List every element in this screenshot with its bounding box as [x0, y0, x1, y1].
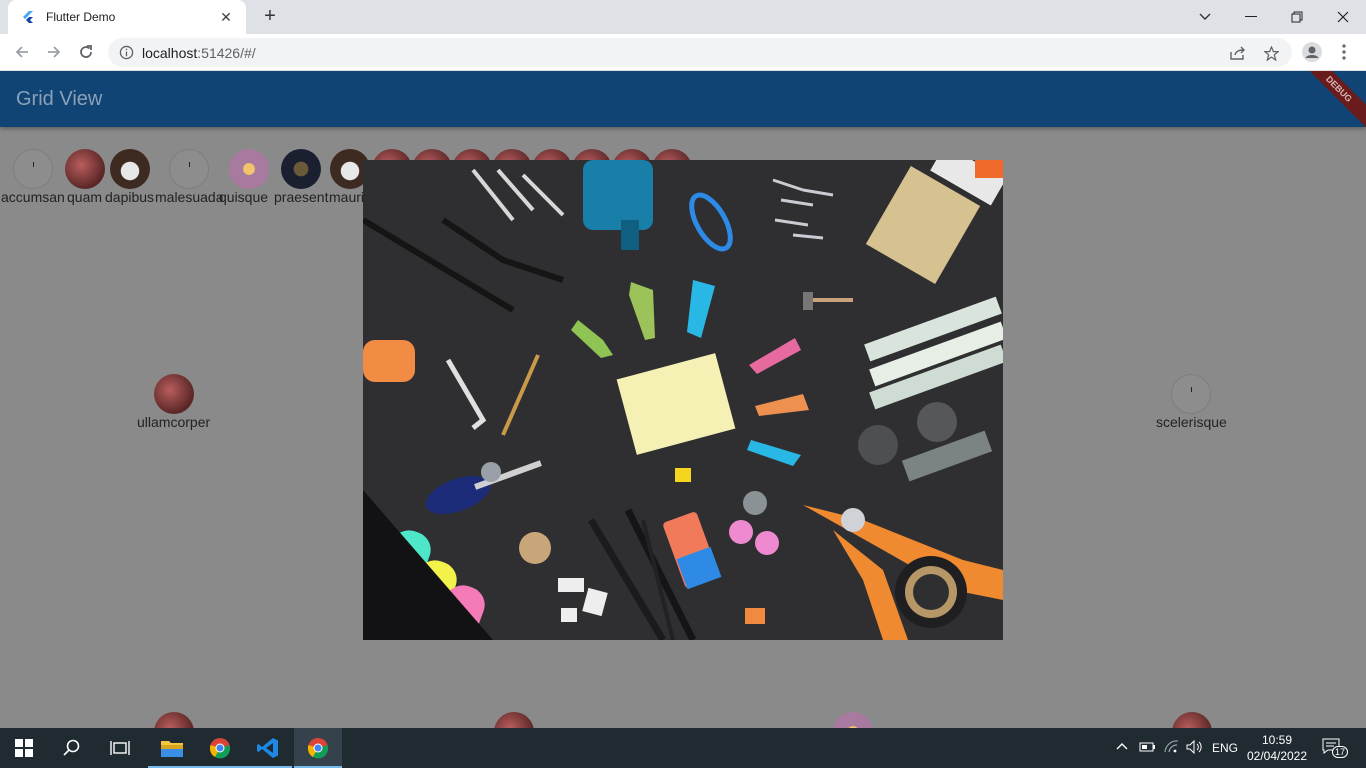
new-tab-button[interactable]: + [258, 5, 282, 29]
vscode-icon[interactable] [244, 728, 292, 768]
grid-item-avatar[interactable] [65, 149, 105, 189]
grid-item-label: accumsan [1, 189, 65, 205]
flutter-app: Grid View DEBUG accumsan quam dapibus ma… [0, 71, 1366, 728]
grid-item-avatar[interactable] [13, 149, 53, 189]
debug-banner: DEBUG [1294, 71, 1366, 134]
browser-menu-icon[interactable] [1332, 40, 1356, 64]
file-explorer-icon[interactable] [148, 728, 196, 768]
grid-item-avatar[interactable] [281, 149, 321, 189]
browser-tab-strip: Flutter Demo ✕ + [0, 0, 1366, 34]
app-bar: Grid View DEBUG [0, 71, 1366, 134]
volume-icon[interactable] [1186, 740, 1204, 754]
notification-center-icon[interactable]: 17 [1322, 738, 1349, 758]
profile-avatar-icon[interactable] [1300, 40, 1324, 64]
tab-search-icon[interactable] [1182, 0, 1228, 34]
grid-item-label: malesuada [155, 189, 224, 205]
chrome-active-icon[interactable] [294, 728, 342, 768]
search-icon[interactable] [48, 728, 96, 768]
url-host: localhost [142, 44, 198, 61]
grid-item-avatar[interactable] [110, 149, 150, 189]
chevron-up-icon[interactable] [1116, 742, 1128, 750]
grid-item-label: quam [67, 189, 103, 205]
grid-item-avatar[interactable] [229, 149, 269, 189]
address-bar[interactable]: localhost:51426/#/ [108, 38, 1292, 67]
back-icon[interactable] [10, 40, 34, 64]
os-taskbar: ENG 10:59 02/04/2022 17 [0, 728, 1366, 768]
windows-start-icon[interactable] [0, 728, 48, 768]
url-path: :51426/#/ [197, 44, 256, 61]
site-info-icon[interactable] [119, 45, 134, 60]
grid-item-avatar[interactable] [169, 149, 209, 189]
browser-toolbar: localhost:51426/#/ [0, 34, 1366, 71]
bookmark-star-icon[interactable] [1264, 46, 1279, 61]
flutter-logo-icon [23, 11, 33, 23]
grid-item-avatar[interactable] [833, 712, 873, 728]
grid-item-avatar[interactable] [1171, 374, 1211, 414]
grid-item-label: ullamcorper [137, 414, 211, 430]
reload-icon[interactable] [74, 40, 98, 64]
clock-time: 10:59 [1261, 733, 1293, 747]
clock-date: 02/04/2022 [1246, 749, 1308, 763]
task-view-icon[interactable] [96, 728, 144, 768]
grid-item-avatar[interactable] [494, 712, 534, 728]
battery-icon[interactable] [1138, 741, 1156, 753]
tools-flatlay-image[interactable] [363, 160, 1003, 640]
grid-item-avatar[interactable] [1172, 712, 1212, 728]
grid-item-label: quisque [219, 189, 269, 205]
grid-item-label: praesent [274, 189, 329, 205]
grid-item-avatar[interactable] [154, 712, 194, 728]
wifi-icon[interactable] [1164, 740, 1180, 754]
grid-item-label: scelerisque [1156, 414, 1227, 430]
close-tab-icon[interactable]: ✕ [218, 9, 234, 26]
forward-icon[interactable] [42, 40, 66, 64]
system-clock[interactable]: 10:59 02/04/2022 [1244, 732, 1310, 764]
app-bar-title: Grid View [16, 88, 103, 110]
share-icon[interactable] [1230, 46, 1246, 60]
close-window-icon[interactable] [1320, 0, 1366, 34]
minimize-icon[interactable] [1228, 0, 1274, 34]
browser-tab[interactable]: Flutter Demo ✕ [8, 0, 246, 34]
restore-icon[interactable] [1274, 0, 1320, 34]
grid-item-avatar[interactable] [154, 374, 194, 414]
grid-item-label: mauri [329, 189, 365, 205]
chrome-icon[interactable] [196, 728, 244, 768]
notification-count-badge: 17 [1332, 746, 1349, 758]
input-language[interactable]: ENG [1212, 741, 1238, 755]
grid-item-label: dapibus [105, 189, 155, 205]
tab-title: Flutter Demo [46, 10, 116, 24]
